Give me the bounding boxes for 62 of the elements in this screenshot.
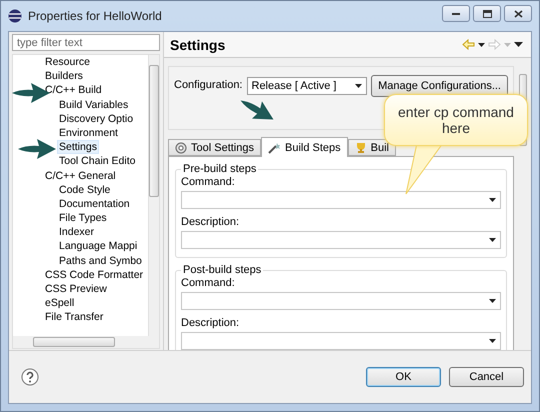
dropdown-arrow-icon [489, 299, 496, 303]
forward-arrow-icon[interactable] [488, 39, 501, 50]
dropdown-arrow-icon [504, 42, 511, 46]
tree-item[interactable]: CSS Preview [43, 282, 109, 296]
pointer-arrow [17, 138, 57, 160]
combo-field[interactable] [181, 191, 501, 209]
tree-item[interactable]: Tool Chain Edito [57, 154, 138, 168]
tree-item[interactable]: Paths and Symbo [57, 254, 144, 268]
window-title: Properties for HelloWorld [28, 9, 163, 23]
page-title: Settings [170, 36, 226, 52]
menu-arrow-icon[interactable] [514, 42, 523, 47]
tab[interactable]: Tool Settings [168, 139, 261, 156]
tree-item[interactable]: Discovery Optio [57, 112, 136, 126]
tree-item[interactable]: Indexer [57, 225, 96, 240]
configuration-dropdown[interactable]: Release [ Active ] [246, 77, 368, 95]
back-arrow-icon[interactable] [462, 39, 475, 50]
tree-item[interactable]: C/C++ Build [43, 83, 104, 98]
field-label: Description: [181, 316, 240, 331]
tree-item[interactable]: Settings [57, 140, 99, 154]
dropdown-arrow-icon [478, 42, 485, 46]
dropdown-arrow-icon [489, 339, 496, 343]
tab[interactable]: Buil [348, 139, 396, 156]
dialog-button[interactable]: Cancel [449, 367, 524, 387]
field-label: Description: [181, 215, 240, 230]
combo-field[interactable] [181, 332, 501, 350]
tree-item[interactable]: Environment [57, 126, 120, 140]
tree-item[interactable]: Code Style [57, 182, 112, 197]
globe-icon [8, 9, 22, 23]
tree-item[interactable]: CSS Code Formatter [43, 268, 146, 282]
group-title: Pre-build steps [182, 163, 258, 175]
wand-icon [268, 142, 281, 154]
field-label: Command: [181, 175, 236, 190]
dropdown-arrow-icon [489, 198, 496, 202]
dropdown-arrow-icon [489, 238, 496, 242]
scrollbar[interactable] [148, 55, 159, 336]
configuration-label: Configuration: [174, 79, 242, 91]
tree-item[interactable]: Build Variables [57, 98, 130, 112]
tree-item[interactable]: C/C++ General [43, 168, 118, 182]
tab[interactable]: Build Steps [260, 137, 348, 157]
field-label: Command: [181, 276, 236, 291]
close-button[interactable] [504, 5, 532, 22]
tree-item[interactable]: Language Mappi [57, 239, 140, 254]
horizontal-scrollbar[interactable] [13, 336, 159, 348]
combo-field[interactable] [181, 292, 501, 310]
group-title: Post-build steps [182, 264, 262, 276]
combo-field[interactable] [181, 231, 501, 249]
maximize-icon [482, 10, 492, 18]
tree-item[interactable]: Resource [43, 55, 92, 69]
dialog-button[interactable]: OK [366, 367, 441, 387]
tree-item[interactable]: Documentation [57, 196, 132, 211]
trophy-icon [354, 142, 367, 154]
tree-item[interactable]: File Types [57, 211, 109, 226]
tree-item[interactable]: eSpell [43, 296, 76, 310]
filter-field[interactable]: type filter text [12, 34, 160, 51]
close-icon [514, 10, 522, 18]
maximize-button[interactable] [473, 5, 501, 22]
minimize-button[interactable] [442, 5, 470, 22]
help-icon[interactable] [21, 368, 39, 386]
minimize-icon [452, 12, 460, 15]
tree-item[interactable]: File Transfer [43, 310, 106, 324]
dropdown-arrow-icon [355, 84, 362, 88]
tree-item[interactable]: Builders [43, 69, 85, 84]
